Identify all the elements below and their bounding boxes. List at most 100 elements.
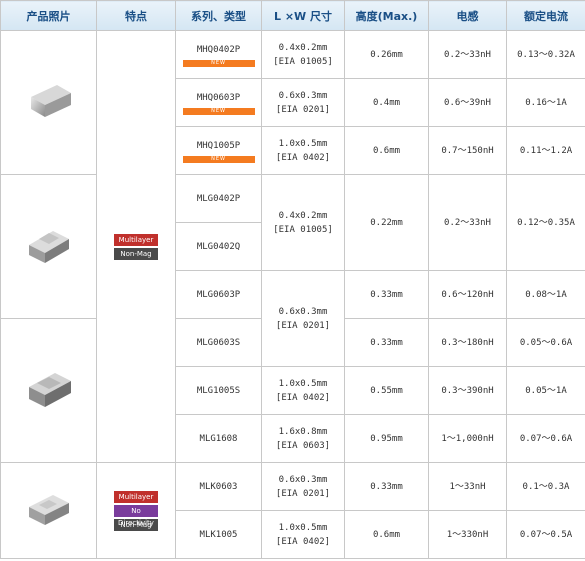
header-rated-current: 额定电流 — [506, 0, 585, 31]
product-photo-mlg1005 — [0, 318, 97, 463]
cell-type: MLG0603P — [175, 270, 262, 319]
cell-current: 0.12～0.35A — [506, 174, 585, 271]
size-text: 0.6x0.3mm — [278, 90, 328, 101]
feature-badge: Non-Mag Core — [114, 247, 158, 270]
cell-current: 0.16～1A — [506, 78, 585, 127]
cell-height: 0.95mm — [344, 414, 429, 463]
cell-type: MLG0402P — [175, 174, 262, 223]
eia-text: [EIA 01005] — [273, 56, 333, 67]
header-inductance: 电感 — [428, 0, 507, 31]
chip-inductor-image — [28, 373, 71, 407]
product-photo-mlk — [0, 462, 97, 559]
header-features: 特点 — [96, 0, 176, 31]
cell-size: 0.6x0.3mm [EIA 0201] — [261, 462, 345, 511]
cell-type: MLG0402Q — [175, 222, 262, 271]
cell-size: 0.4x0.2mm [EIA 01005] — [261, 174, 345, 271]
cell-height: 0.33mm — [344, 318, 429, 367]
cell-size: 1.0x0.5mm [EIA 0402] — [261, 126, 345, 175]
feature-badge: Multilayer — [114, 490, 158, 503]
product-table: 产品照片 特点 系列、类型 L ×W 尺寸 高度(Max.) 电感 额定电流 M… — [0, 0, 585, 559]
cell-size: 1.0x0.5mm [EIA 0402] — [261, 366, 345, 415]
cell-inductance: 1～33nH — [428, 462, 507, 511]
header-series-type: 系列、类型 — [175, 0, 262, 31]
eia-text: [EIA 01005] — [273, 224, 333, 235]
cell-height: 0.26mm — [344, 30, 429, 79]
cell-height: 0.33mm — [344, 270, 429, 319]
cell-type: MLG1608 — [175, 414, 262, 463]
cell-height: 0.33mm — [344, 462, 429, 511]
cell-inductance: 0.7～150nH — [428, 126, 507, 175]
cell-type: MHQ1005P NEW — [175, 126, 262, 175]
cell-height: 0.22mm — [344, 174, 429, 271]
cell-height: 0.4mm — [344, 78, 429, 127]
cell-inductance: 0.2～33nH — [428, 174, 507, 271]
chip-inductor-image — [30, 85, 71, 117]
feature-badge: Non-Mag Core — [114, 518, 158, 541]
size-text: 1.0x0.5mm — [278, 378, 328, 389]
new-badge: NEW — [182, 155, 255, 163]
cell-current: 0.1～0.3A — [506, 462, 585, 511]
eia-text: [EIA 0402] — [275, 152, 331, 163]
cell-inductance: 0.3～390nH — [428, 366, 507, 415]
eia-text: [EIA 0201] — [275, 320, 331, 331]
cell-current: 0.07～0.5A — [506, 510, 585, 559]
size-text: 0.6x0.3mm — [278, 474, 328, 485]
header-size: L ×W 尺寸 — [261, 0, 345, 31]
size-text: 1.6x0.8mm — [278, 426, 328, 437]
cell-current: 0.07～0.6A — [506, 414, 585, 463]
cell-height: 0.6mm — [344, 126, 429, 175]
cell-current: 0.13～0.32A — [506, 30, 585, 79]
type-label: MHQ0402P — [196, 44, 241, 55]
new-badge: NEW — [182, 59, 255, 67]
header-photo: 产品照片 — [0, 0, 97, 31]
product-photo-mlg0402 — [0, 174, 97, 319]
features-cell-mlk: Multilayer No Directivity Non-Mag Core — [96, 462, 176, 559]
table-row: Multilayer No Directivity Non-Mag Core M… — [0, 462, 585, 559]
cell-size: 1.0x0.5mm [EIA 0402] — [261, 510, 345, 559]
cell-size: 1.6x0.8mm [EIA 0603] — [261, 414, 345, 463]
type-label: MHQ1005P — [196, 140, 241, 151]
eia-text: [EIA 0603] — [275, 440, 331, 451]
size-text: 0.6x0.3mm — [278, 306, 328, 317]
feature-badge: Multilayer — [114, 233, 158, 246]
new-badge: NEW — [182, 107, 255, 115]
size-text: 0.4x0.2mm — [278, 42, 328, 53]
chip-inductor-image — [28, 231, 69, 263]
cell-type: MHQ0603P NEW — [175, 78, 262, 127]
size-text: 0.4x0.2mm — [278, 210, 328, 221]
cell-current: 0.05～0.6A — [506, 318, 585, 367]
feature-badge: No Directivity — [114, 504, 158, 527]
eia-text: [EIA 0201] — [275, 488, 331, 499]
table-row: MLG0402P 0.4x0.2mm [EIA 01005] 0.22mm 0.2… — [0, 174, 585, 319]
cell-inductance: 0.6～39nH — [428, 78, 507, 127]
cell-inductance: 0.2～33nH — [428, 30, 507, 79]
cell-type: MHQ0402P NEW — [175, 30, 262, 79]
type-label: MHQ0603P — [196, 92, 241, 103]
header-row: 产品照片 特点 系列、类型 L ×W 尺寸 高度(Max.) 电感 额定电流 — [0, 0, 585, 31]
cell-height: 0.6mm — [344, 510, 429, 559]
eia-text: [EIA 0402] — [275, 536, 331, 547]
cell-height: 0.55mm — [344, 366, 429, 415]
size-text: 1.0x0.5mm — [278, 522, 328, 533]
cell-current: 0.11～1.2A — [506, 126, 585, 175]
header-height: 高度(Max.) — [344, 0, 429, 31]
cell-inductance: 1～1,000nH — [428, 414, 507, 463]
table-row: Multilayer Non-Mag Core MHQ0402P NEW 0.4… — [0, 30, 585, 463]
cell-type: MLG1005S — [175, 366, 262, 415]
features-cell-mlg: Multilayer Non-Mag Core — [96, 30, 176, 463]
size-text: 1.0x0.5mm — [278, 138, 328, 149]
cell-type: MLG0603S — [175, 318, 262, 367]
cell-size: 0.4x0.2mm [EIA 01005] — [261, 30, 345, 79]
cell-size: 0.6x0.3mm [EIA 0201] — [261, 270, 345, 367]
eia-text: [EIA 0402] — [275, 392, 331, 403]
cell-current: 0.05～1A — [506, 366, 585, 415]
product-photo-mhq — [0, 30, 97, 175]
cell-type: MLK0603 — [175, 462, 262, 511]
cell-inductance: 0.3～180nH — [428, 318, 507, 367]
cell-current: 0.08～1A — [506, 270, 585, 319]
cell-size: 0.6x0.3mm [EIA 0201] — [261, 78, 345, 127]
cell-inductance: 0.6～120nH — [428, 270, 507, 319]
cell-inductance: 1～330nH — [428, 510, 507, 559]
cell-type: MLK1005 — [175, 510, 262, 559]
chip-inductor-image — [28, 495, 69, 525]
